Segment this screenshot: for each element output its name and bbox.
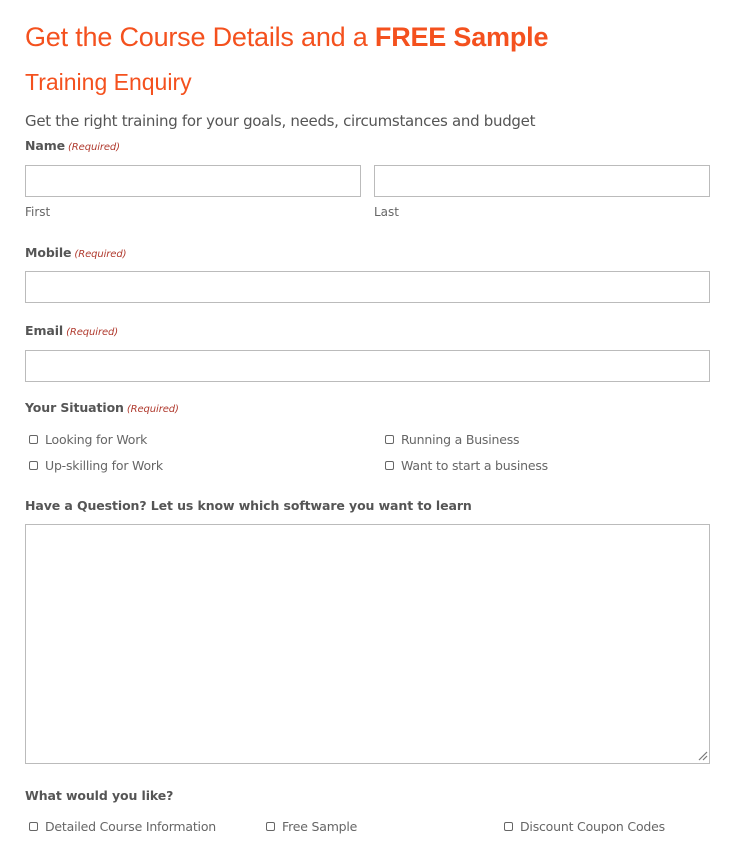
question-label: Have a Question? Let us know which softw… <box>25 498 472 513</box>
mobile-input[interactable] <box>25 271 710 303</box>
wants-label: What would you like? <box>25 788 174 803</box>
situation-option-start-business[interactable]: Want to start a business <box>385 458 548 473</box>
page-title: Get the Course Details and a FREE Sample <box>25 22 548 53</box>
first-name-sublabel: First <box>25 205 51 219</box>
question-textarea[interactable] <box>25 524 710 764</box>
checkbox[interactable] <box>385 461 394 470</box>
form-description: Get the right training for your goals, n… <box>25 112 536 130</box>
situation-option-upskilling[interactable]: Up-skilling for Work <box>29 458 163 473</box>
name-label-text: Name <box>25 138 65 153</box>
email-input[interactable] <box>25 350 710 382</box>
last-name-sublabel: Last <box>374 205 399 219</box>
wants-option-free-sample[interactable]: Free Sample <box>266 819 357 834</box>
checkbox[interactable] <box>29 461 38 470</box>
mobile-label: Mobile (Required) <box>25 245 127 260</box>
situation-label: Your Situation (Required) <box>25 400 179 415</box>
checkbox-label: Want to start a business <box>401 458 548 473</box>
name-label: Name (Required) <box>25 138 120 153</box>
required-marker: (Required) <box>126 404 179 415</box>
checkbox[interactable] <box>385 435 394 444</box>
first-name-input[interactable] <box>25 165 361 197</box>
checkbox-label: Detailed Course Information <box>45 819 216 834</box>
wants-option-discount-codes[interactable]: Discount Coupon Codes <box>504 819 665 834</box>
resize-handle-icon[interactable] <box>698 751 708 761</box>
email-label-text: Email <box>25 323 64 338</box>
page-title-bold: FREE Sample <box>374 22 549 52</box>
checkbox[interactable] <box>29 822 38 831</box>
checkbox-label: Looking for Work <box>45 432 148 447</box>
email-label: Email (Required) <box>25 323 118 338</box>
checkbox[interactable] <box>504 822 513 831</box>
checkbox-label: Up-skilling for Work <box>45 458 163 473</box>
last-name-input[interactable] <box>374 165 710 197</box>
checkbox-label: Discount Coupon Codes <box>520 819 665 834</box>
situation-option-running-a-business[interactable]: Running a Business <box>385 432 520 447</box>
page-title-prefix: Get the Course Details and a <box>25 22 375 52</box>
checkbox[interactable] <box>29 435 38 444</box>
wants-option-course-info[interactable]: Detailed Course Information <box>29 819 216 834</box>
form-title: Training Enquiry <box>25 69 192 95</box>
checkbox-label: Running a Business <box>401 432 520 447</box>
required-marker: (Required) <box>74 249 127 260</box>
situation-label-text: Your Situation <box>25 400 124 415</box>
required-marker: (Required) <box>68 142 120 153</box>
mobile-label-text: Mobile <box>25 245 72 260</box>
checkbox[interactable] <box>266 822 275 831</box>
required-marker: (Required) <box>66 327 119 338</box>
situation-option-looking-for-work[interactable]: Looking for Work <box>29 432 147 447</box>
checkbox-label: Free Sample <box>282 819 358 834</box>
